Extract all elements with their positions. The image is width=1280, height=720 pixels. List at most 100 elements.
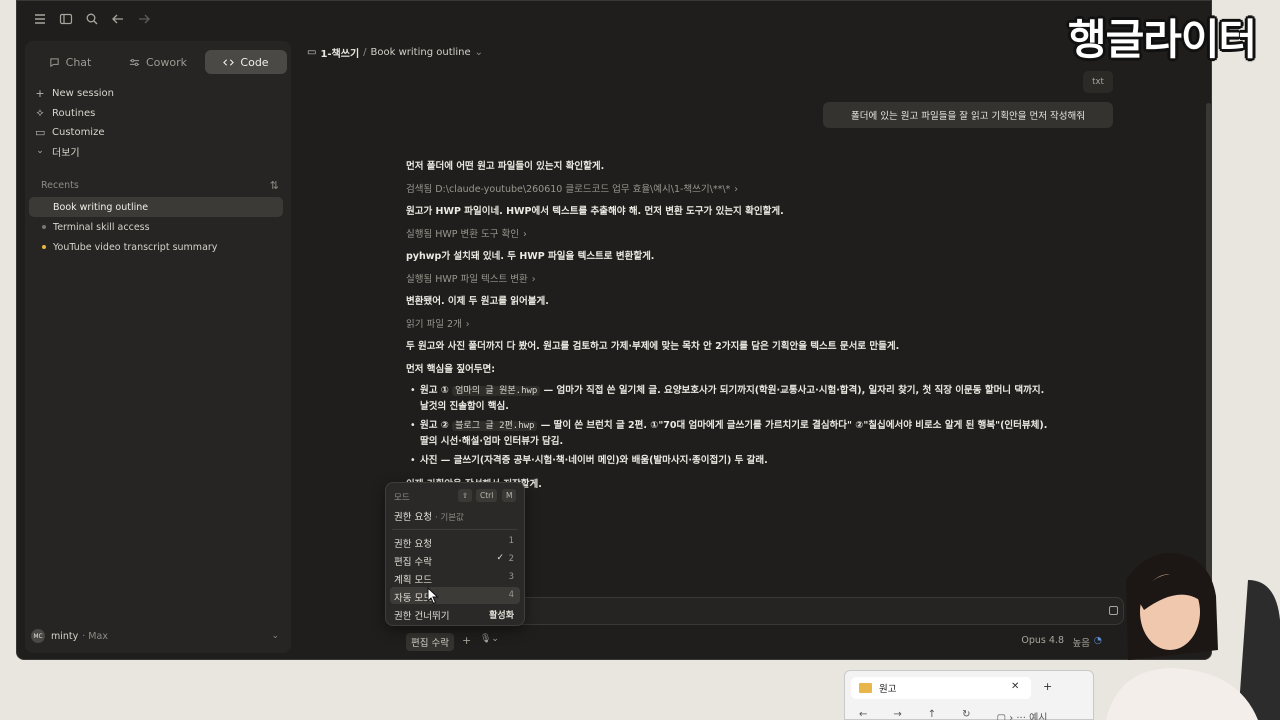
routines-label: Routines xyxy=(52,107,96,119)
breadcrumb-project[interactable]: 1-책쓰기 xyxy=(320,45,359,60)
bullet-prefix: 원고 ② xyxy=(420,420,453,431)
menu-item-label: 권한 요청 xyxy=(394,539,432,550)
new-session-button[interactable]: + New session xyxy=(35,84,114,102)
shortcut-key: ⇧ xyxy=(458,489,473,502)
assistant-text: 먼저 핵심을 짚어두면: xyxy=(406,364,496,375)
menu-item-plan-mode[interactable]: 계획 모드 3 xyxy=(390,569,520,586)
attachment-label: txt xyxy=(1092,77,1104,87)
brand-logo-text: 행글라이터 xyxy=(1068,15,1257,64)
search-icon[interactable] xyxy=(83,10,101,28)
sidebar: Chat Cowork Code + New session ⟡ Routine… xyxy=(25,41,291,653)
tab-code[interactable]: Code xyxy=(205,50,287,74)
mode-tabs: Chat Cowork Code xyxy=(29,50,287,74)
bullet-text: 사진 — 글쓰기(자격증 공부·시험·책·네이버 메인)와 배움(발마사지·종이… xyxy=(420,455,768,466)
shortcut-key: M xyxy=(502,489,517,502)
explorer-tab[interactable]: 원고 xyxy=(851,677,1031,699)
menu-item-skip-permissions[interactable]: 권한 건너뛰기 활성화 xyxy=(390,605,520,622)
mic-icon[interactable]: 🎙⌄ xyxy=(480,634,499,644)
menu-item-label: 계획 모드 xyxy=(394,575,432,586)
tool-call-check-converter[interactable]: 실행됨 HWP 변환 도구 확인 › xyxy=(406,226,527,240)
assistant-text: pyhwp가 설치돼 있네. 두 HWP 파일을 텍스트로 변환할게. xyxy=(406,251,655,262)
user-message: 폴더에 있는 원고 파일들을 잘 읽고 기획안을 먼저 작성해줘 xyxy=(823,102,1113,128)
recent-item-terminal-skill-access[interactable]: Terminal skill access xyxy=(29,217,283,237)
new-tab-icon[interactable]: + xyxy=(1043,680,1052,693)
filter-sliders-icon[interactable]: ⇅ xyxy=(270,179,279,192)
forward-arrow-icon[interactable]: → xyxy=(893,709,901,720)
current-mode: 권한 요청 · 기본값 xyxy=(394,509,464,523)
permission-mode-label: 편집 수락 xyxy=(411,638,449,649)
menu-item-label: 편집 수락 xyxy=(394,557,432,568)
assistant-text: 두 원고와 사진 폴더까지 다 봤어. 원고를 검토하고 가제·부제에 맞는 목… xyxy=(406,341,900,352)
back-arrow-icon[interactable] xyxy=(109,10,127,28)
current-mode-label: 권한 요청 xyxy=(394,512,432,523)
user-account-row[interactable]: MC minty · Max ⌄ xyxy=(31,627,285,645)
filename-code: 블로그 글 2편.hwp xyxy=(452,421,538,431)
mode-menu-header: 모드 xyxy=(394,493,410,503)
effort-selector[interactable]: 높음 xyxy=(1073,635,1090,649)
recent-item-book-writing-outline[interactable]: Book writing outline xyxy=(29,197,283,217)
address-text: 예시 xyxy=(1029,713,1048,720)
bullet-icon: • xyxy=(410,420,416,431)
more-button[interactable]: ⌄ 더보기 xyxy=(35,142,80,160)
refresh-icon[interactable]: ↻ xyxy=(962,709,970,720)
explorer-nav-row: ← → ↑ ↻ ▢ › ··· 예시 xyxy=(859,709,1089,720)
tool-call-label: 검색됨 D:\claude-youtube\260610 클로드코드 업무 효율… xyxy=(406,184,731,195)
address-bar[interactable]: ▢ › ··· 예시 xyxy=(997,709,1048,720)
tool-call-search[interactable]: 검색됨 D:\claude-youtube\260610 클로드코드 업무 효율… xyxy=(406,181,738,195)
tab-cowork[interactable]: Cowork xyxy=(117,50,199,74)
menu-item-shortcut: 2 xyxy=(508,554,514,564)
recents-label: Recents xyxy=(41,180,79,191)
explorer-tab-title: 원고 xyxy=(879,684,897,695)
menu-item-auto-mode[interactable]: 자동 모드 4 xyxy=(390,587,520,604)
tab-chat-label: Chat xyxy=(65,55,92,69)
back-arrow-icon[interactable]: ← xyxy=(859,709,867,720)
mouse-pointer-icon xyxy=(427,587,439,605)
close-tab-icon[interactable]: ✕ xyxy=(1011,681,1019,692)
recent-item-youtube-transcript[interactable]: YouTube video transcript summary xyxy=(29,237,283,257)
menu-item-shortcut: 1 xyxy=(508,536,514,546)
more-label: 더보기 xyxy=(52,147,80,159)
up-arrow-icon[interactable]: ↑ xyxy=(928,709,936,720)
tool-call-label: 읽기 파일 2개 xyxy=(406,319,462,330)
bullet-text: — 엄마가 직접 쓴 일기체 글. 요양보호사가 되기까지(학원·교통사고·시험… xyxy=(540,385,1045,396)
user-plan: · Max xyxy=(82,630,108,642)
chevron-down-icon[interactable]: ⌄ xyxy=(475,47,483,58)
bullet-icon: • xyxy=(410,385,416,396)
forward-arrow-icon[interactable] xyxy=(135,10,153,28)
permission-mode-button[interactable]: 편집 수락 xyxy=(406,633,454,651)
customize-button[interactable]: ▭ Customize xyxy=(35,123,105,141)
title-bar xyxy=(17,1,1211,37)
tool-call-read-files[interactable]: 읽기 파일 2개 › xyxy=(406,316,470,330)
breadcrumb[interactable]: ▭ 1-책쓰기 / Book writing outline ⌄ xyxy=(307,44,483,60)
menu-item-shortcut: 3 xyxy=(508,572,514,582)
breadcrumb-session[interactable]: Book writing outline xyxy=(371,47,471,58)
mode-menu: 모드 ⇧ Ctrl M 권한 요청 · 기본값 권한 요청 1 편집 수락 ✓ … xyxy=(385,482,525,626)
list-item: • 사진 — 글쓰기(자격증 공부·시험·책·네이버 메인)와 배움(발마사지·… xyxy=(406,453,1128,469)
add-attachment-icon[interactable]: + xyxy=(462,634,471,647)
tool-call-convert[interactable]: 실행됨 HWP 파일 텍스트 변환 › xyxy=(406,271,536,285)
chevron-down-icon: ⌄ xyxy=(36,146,44,156)
chevron-right-icon: › xyxy=(734,184,739,195)
sidebar-toggle-icon[interactable] xyxy=(57,10,75,28)
list-item: • 원고 ② 블로그 글 2편.hwp — 딸이 쓴 브런치 글 2편. ①"7… xyxy=(406,418,1128,448)
attachment-chip[interactable]: txt xyxy=(1083,71,1113,93)
menu-item-ask-permission[interactable]: 권한 요청 1 xyxy=(390,533,520,550)
chevron-down-icon: ⌄ xyxy=(271,631,279,641)
breadcrumb-separator: / xyxy=(363,46,367,58)
file-explorer-window: 원고 ✕ + ← → ↑ ↻ ▢ › ··· 예시 xyxy=(844,670,1094,720)
chevron-right-icon: › xyxy=(465,319,470,330)
sliders-icon xyxy=(129,58,140,66)
routines-button[interactable]: ⟡ Routines xyxy=(35,104,95,122)
status-dot-icon xyxy=(42,245,46,249)
assistant-text: 변환됐어. 이제 두 원고를 읽어볼게. xyxy=(406,296,549,307)
code-brackets-icon xyxy=(223,58,235,66)
bullet-text: — 딸이 쓴 브런치 글 2편. ①"70대 엄마에게 글쓰기를 가르치기로 결… xyxy=(537,420,1048,431)
menu-icon[interactable] xyxy=(31,10,49,28)
chevron-right-icon: › xyxy=(531,274,536,285)
tab-chat[interactable]: Chat xyxy=(29,50,111,74)
assistant-text: 원고가 HWP 파일이네. HWP에서 텍스트를 추출해야 해. 먼저 변환 도… xyxy=(406,206,784,217)
menu-item-shortcut: 4 xyxy=(508,590,514,600)
model-selector[interactable]: Opus 4.8 xyxy=(1021,635,1064,646)
menu-item-label: 권한 건너뛰기 xyxy=(394,611,450,622)
menu-item-accept-edits[interactable]: 편집 수락 ✓ 2 xyxy=(390,551,520,568)
